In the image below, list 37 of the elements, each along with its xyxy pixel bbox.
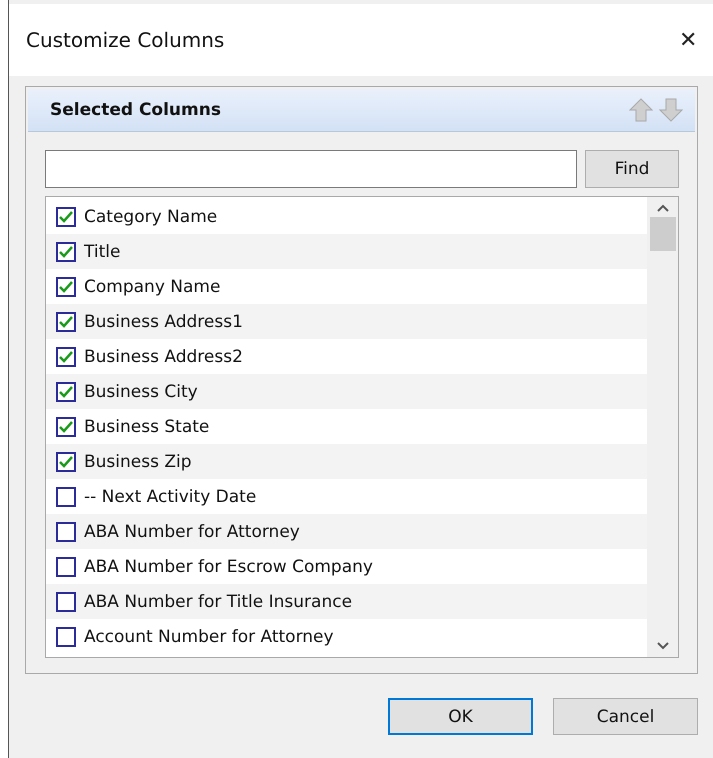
scroll-down-icon[interactable]	[656, 641, 670, 651]
column-label: ABA Number for Title Insurance	[84, 592, 352, 612]
scroll-up-icon[interactable]	[656, 203, 670, 213]
panel-title: Selected Columns	[50, 100, 221, 120]
checkbox[interactable]	[56, 556, 76, 576]
column-label: -- Next Activity Date	[84, 486, 256, 506]
checkbox[interactable]	[56, 346, 76, 366]
dialog-button[interactable]: OK	[388, 698, 533, 735]
window-title: Customize Columns	[26, 28, 224, 52]
checkbox[interactable]	[56, 312, 76, 332]
column-label: Account Number for Attorney	[84, 626, 334, 646]
scrollbar[interactable]	[647, 197, 678, 657]
search-field[interactable]	[45, 150, 577, 188]
checkbox[interactable]	[56, 626, 76, 646]
checkbox[interactable]	[56, 382, 76, 402]
column-label: ABA Number for Escrow Company	[84, 556, 373, 576]
column-label: Business Zip	[84, 452, 192, 472]
checkbox[interactable]	[56, 452, 76, 472]
checkbox[interactable]	[56, 592, 76, 612]
find-button[interactable]: Find	[585, 150, 679, 188]
close-button[interactable]: ✕	[675, 23, 701, 57]
column-label: Business City	[84, 382, 198, 402]
column-label: Company Name	[84, 276, 220, 296]
checkbox[interactable]	[56, 486, 76, 506]
column-label: Title	[84, 242, 120, 262]
column-label: Business Address1	[84, 312, 243, 332]
column-label: Category Name	[84, 206, 218, 226]
checkbox[interactable]	[56, 276, 76, 296]
checkbox[interactable]	[56, 416, 76, 436]
column-label: Business State	[84, 416, 210, 436]
column-label: ABA Number for Attorney	[84, 522, 300, 542]
checkbox[interactable]	[56, 206, 76, 226]
column-label: Business Address2	[84, 346, 243, 366]
checkbox[interactable]	[56, 242, 76, 262]
dialog-button[interactable]: Cancel	[553, 698, 698, 735]
checkbox[interactable]	[56, 522, 76, 542]
scroll-thumb[interactable]	[650, 217, 676, 251]
